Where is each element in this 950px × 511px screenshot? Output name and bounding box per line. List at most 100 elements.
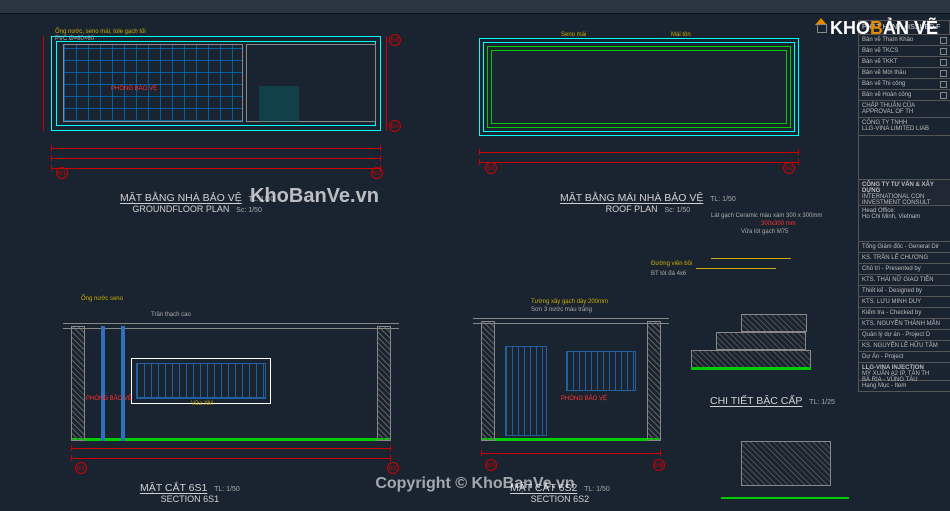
house-icon — [812, 18, 830, 32]
ground-line — [481, 438, 661, 441]
titleblock-row: Quản lý dự án - Project D — [858, 330, 950, 341]
bottom-watermark: Copyright © KhoBanVe.vn — [0, 475, 950, 493]
roof-line — [473, 318, 669, 324]
company2-en2: INVESTMENT CONSULT — [862, 200, 930, 206]
drawing-note: Vữa XM — [191, 401, 213, 407]
checkbox-icon — [940, 92, 947, 99]
title-en: GROUNDFLOOR PLAN — [132, 204, 229, 214]
titleblock-row: Bản vẽ TKCS — [858, 46, 950, 57]
logo-text-prefix: KHO — [830, 18, 870, 38]
titleblock-row: CÔNG TY TNHH LLG-VINA LIMITED LIAB — [858, 118, 950, 136]
dimension-line — [386, 36, 387, 131]
titleblock-address: Head Office:Ho Chi Minh, Vietnam — [858, 206, 950, 242]
axis-marker: 6/A — [389, 120, 401, 132]
wall-hatch — [481, 321, 495, 441]
section-building — [71, 326, 391, 441]
drawing-title: CHI TIẾT BẬC CẤP TL: 1/25 — [710, 395, 835, 407]
dimension-line — [479, 152, 799, 153]
titleblock-row: KS. NGUYỄN LÊ HỮU TÂM — [858, 341, 950, 352]
roof-plan: 6/1 6/2 Seno mái Mái tôn — [470, 25, 810, 180]
checkbox-icon — [940, 81, 947, 88]
drawing-note: Đường viền bồi — [651, 261, 692, 267]
dimension-line — [71, 458, 391, 459]
pillar — [101, 326, 105, 441]
title-vn: MẶT BẰNG MÁI NHÀ BẢO VỆ — [560, 192, 703, 204]
titleblock-spacer — [858, 136, 950, 180]
drawing-label: PHÒNG BẢO VỆ — [86, 396, 132, 402]
titleblock-row: Dự Án - Project — [858, 352, 950, 363]
dimension-line — [51, 158, 381, 159]
logo-text-mid: B — [870, 18, 883, 38]
cad-canvas[interactable]: 6/1 6/2 6/B 6/A Ống nước, seno mái, tole… — [0, 0, 950, 511]
title-en: SECTION 6S1 — [161, 494, 220, 504]
drawing-label: PHÒNG BẢO VỆ — [111, 86, 157, 92]
axis-marker: 6/A — [485, 459, 497, 471]
dimension-line — [51, 148, 381, 149]
drawing-note: Tường xây gạch dày 200mm — [531, 299, 608, 305]
axis-marker: 6/1 — [485, 162, 497, 174]
ground-line — [691, 367, 811, 370]
title-vn: CHI TIẾT BẬC CẤP — [710, 395, 802, 407]
step-tread — [691, 350, 811, 368]
titleblock-row: Tổng Giám đốc - General Dir — [858, 242, 950, 253]
hatch — [259, 86, 299, 122]
axis-marker: 6/2 — [387, 462, 399, 474]
step-tread — [741, 314, 807, 332]
titleblock-row: KTS. NGUYỄN THÀNH MẪN — [858, 319, 950, 330]
step-detail: Lát gạch Ceramic màu xám 300 x 300mm 300… — [650, 212, 850, 392]
dimension-line — [481, 453, 661, 454]
section-window — [131, 358, 271, 404]
section-window — [566, 351, 636, 391]
pillar — [121, 326, 125, 441]
titleblock-row: LLG-VINA INJECTION MỸ XUÂN A2 IP, TÂN TH… — [858, 363, 950, 381]
title-scale: TL: 1/50 — [710, 196, 736, 203]
dimension-line — [71, 448, 391, 449]
approval-label-en: APPROVAL OF TH — [862, 109, 913, 115]
top-toolbar[interactable] — [0, 0, 950, 14]
titleblock-row: CÔNG TY TƯ VẤN & XÂY DỰNG INTERNATIONAL … — [858, 180, 950, 206]
axis-marker: 6/B — [653, 459, 665, 471]
dimension-line — [51, 168, 381, 169]
wall-hatch — [71, 326, 85, 441]
titleblock-row: Hạng Mục - Item — [858, 381, 950, 392]
title-scale: Sc: 1/50 — [236, 207, 262, 214]
step-section — [691, 288, 811, 368]
titleblock-row: Bản vẽ Mời thầu — [858, 68, 950, 79]
titleblock-row: CHẤP THUẬN CỦA APPROVAL OF TH — [858, 101, 950, 118]
section-door — [505, 346, 547, 436]
section-building — [481, 321, 661, 441]
drawing-note: Sơn 3 nước màu trắng — [531, 307, 592, 313]
axis-marker: 6/1 — [56, 167, 68, 179]
drawing-note: Ống nước, seno mái, tole gạch tối — [55, 29, 146, 35]
checkbox-icon — [940, 59, 947, 66]
titleblock-row: Chủ trì - Presented by — [858, 264, 950, 275]
dimension-line — [43, 36, 44, 131]
section-6s1: 6/1 6/2 PHÒNG BẢO VỆ Trần thạch cao Ống … — [30, 295, 430, 480]
titleblock-row: KTS. THÁI NỮ GIAO TIÊN — [858, 275, 950, 286]
wall-hatch — [377, 326, 391, 441]
floor-tile-grid — [63, 44, 243, 122]
logo-text-suffix: ẢN VẼ — [883, 18, 938, 38]
drawing-note: BT lót đá 4x6 — [651, 271, 686, 277]
checkbox-icon — [940, 48, 947, 55]
ground-floor-plan: 6/1 6/2 6/B 6/A Ống nước, seno mái, tole… — [40, 25, 390, 175]
drawing-note: Mái tôn — [671, 32, 691, 38]
drawing-note: Trần thạch cao — [151, 312, 191, 318]
title-block: PHÁT HÀNH / ISSUED F Bản vẽ Tham KhảoBản… — [858, 20, 950, 500]
titleblock-row: KS. TRẦN LÊ CHƯƠNG — [858, 253, 950, 264]
title-scale: TL: 1/25 — [809, 399, 835, 406]
company-name-en: LLG-VINA LIMITED LIAB — [862, 126, 929, 132]
axis-marker: 6/2 — [783, 162, 795, 174]
drawing-note: 300x300 mm — [761, 221, 796, 227]
roof-inner-line — [487, 46, 791, 128]
drawing-note: PVC Ø=60×60 — [55, 36, 94, 42]
step-tread — [716, 332, 806, 350]
company2-vn: CÔNG TY TƯ VẤN & XÂY DỰNG — [862, 182, 934, 194]
leader-line — [696, 268, 776, 269]
drawing-note: Vữa lót gạch M75 — [741, 229, 788, 235]
checkbox-icon — [940, 70, 947, 77]
axis-marker: 6/B — [389, 34, 401, 46]
title-vn: MẶT BẰNG NHÀ BẢO VỆ — [120, 192, 242, 204]
roof-line — [63, 323, 399, 329]
titleblock-row: Bản vẽ TKKT — [858, 57, 950, 68]
